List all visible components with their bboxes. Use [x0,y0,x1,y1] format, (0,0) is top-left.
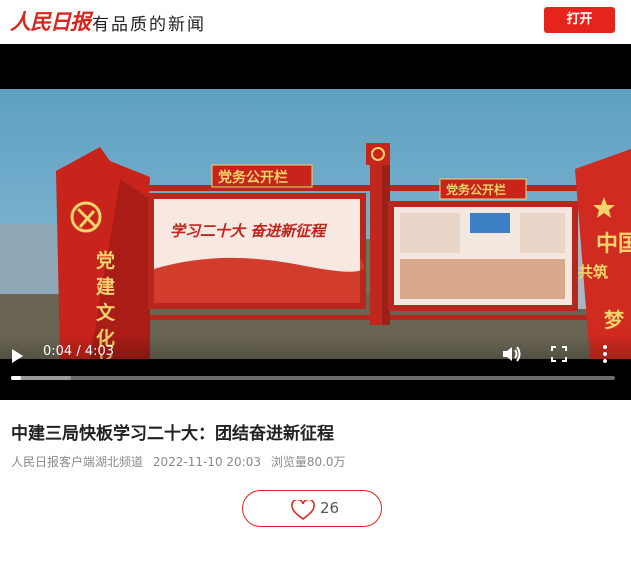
open-app-button[interactable]: 打开 [544,7,615,33]
video-frame: 党 建 文 化 长 党务公开栏 党务公开栏 学习二十大 奋进新征程 中国 共筑 … [0,89,631,359]
article-title: 中建三局快板学习二十大：团结奋进新征程 [11,424,334,444]
time-display: 0:04 / 4:03 [43,344,115,359]
play-icon[interactable] [12,349,23,363]
svg-text:文: 文 [96,301,116,324]
heart-icon [291,500,315,520]
volume-icon[interactable] [500,343,522,365]
video-player[interactable]: 党 建 文 化 长 党务公开栏 党务公开栏 学习二十大 奋进新征程 中国 共筑 … [0,44,631,400]
app-logo: 人民日报 [10,9,91,34]
svg-text:党: 党 [96,249,115,272]
svg-text:党务公开栏: 党务公开栏 [446,182,506,197]
more-options-icon[interactable] [598,343,612,365]
top-bar: 人民日报 有品质的新闻 打开 [0,0,631,44]
like-count: 26 [320,499,340,517]
svg-text:建: 建 [96,275,115,298]
article-meta: 人民日报客户端湖北频道 2022-11-10 20:03 浏览量80.0万 [11,453,352,470]
svg-text:共筑: 共筑 [578,263,608,281]
article-date: 2022-11-10 20:03 [152,455,261,469]
article-source[interactable]: 人民日报客户端湖北频道 [11,455,143,469]
progress-bar[interactable] [11,376,615,380]
svg-text:党务公开栏: 党务公开栏 [218,169,288,186]
progress-played [11,376,22,380]
like-button[interactable]: 26 [242,490,382,527]
fullscreen-icon[interactable] [549,344,569,364]
svg-text:学习二十大 奋进新征程: 学习二十大 奋进新征程 [170,222,327,240]
app-slogan: 有品质的新闻 [92,15,206,35]
svg-text:梦: 梦 [604,308,625,332]
article-views: 浏览量80.0万 [270,455,346,469]
svg-text:中国: 中国 [596,232,631,257]
